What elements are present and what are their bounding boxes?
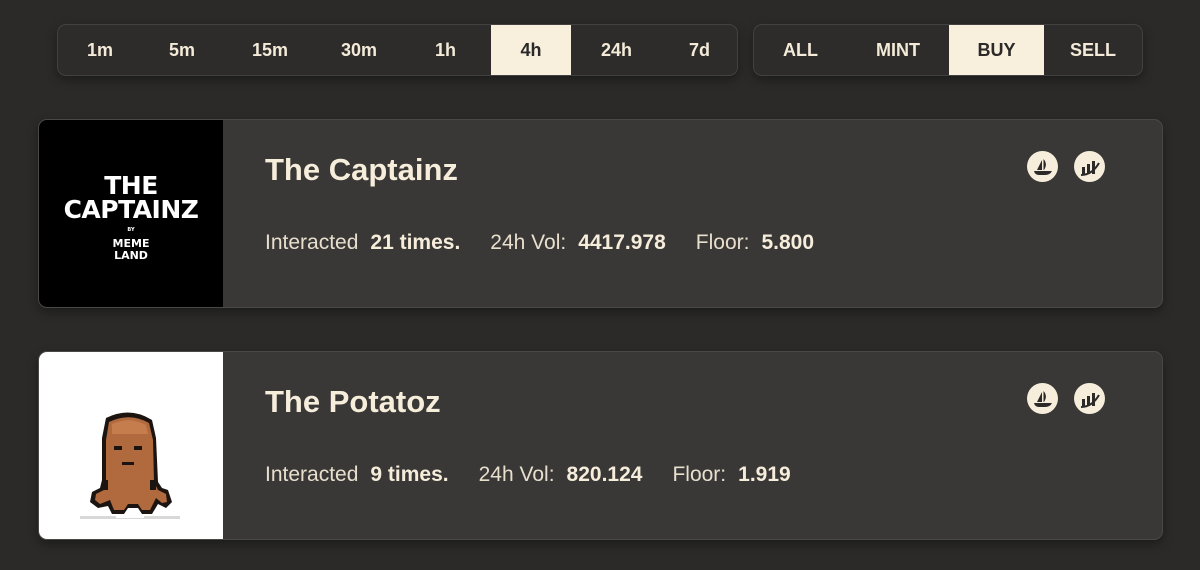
- collection-name[interactable]: The Captainz: [265, 152, 458, 188]
- type-filter-group: ALL MINT BUY SELL: [753, 24, 1143, 76]
- time-filter-1m[interactable]: 1m: [58, 25, 142, 75]
- collection-card-captainz[interactable]: THE CAPTAINZ BY MEME LAND The Captainz I…: [38, 119, 1163, 308]
- type-filter-buy[interactable]: BUY: [949, 25, 1044, 75]
- collection-stats: Interacted 9 times. 24h Vol: 820.124 Flo…: [265, 463, 821, 487]
- volume-label: 24h Vol:: [490, 231, 567, 254]
- type-filter-all[interactable]: ALL: [754, 25, 847, 75]
- type-filter-mint[interactable]: MINT: [847, 25, 949, 75]
- logo-text: MEME: [112, 237, 150, 250]
- volume-value: 4417.978: [578, 231, 666, 254]
- chart-icon[interactable]: [1074, 383, 1105, 414]
- time-filter-30m[interactable]: 30m: [318, 25, 400, 75]
- potato-character-image: [80, 412, 180, 519]
- time-filter-1h[interactable]: 1h: [400, 25, 491, 75]
- opensea-icon[interactable]: [1027, 383, 1058, 414]
- volume-label: 24h Vol:: [478, 463, 555, 486]
- floor-label: Floor:: [672, 463, 727, 486]
- time-filter-4h[interactable]: 4h: [491, 25, 571, 75]
- collection-thumbnail: THE CAPTAINZ BY MEME LAND: [39, 120, 223, 307]
- time-filter-15m[interactable]: 15m: [222, 25, 318, 75]
- interacted-value: 21 times.: [370, 231, 461, 254]
- chart-icon[interactable]: [1074, 151, 1105, 182]
- collection-stats: Interacted 21 times. 24h Vol: 4417.978 F…: [265, 231, 844, 255]
- time-filter-24h[interactable]: 24h: [571, 25, 662, 75]
- time-filter-5m[interactable]: 5m: [142, 25, 222, 75]
- collection-card-potatoz[interactable]: The Potatoz Interacted 9 times. 24h Vol:…: [38, 351, 1163, 540]
- collection-thumbnail: [39, 352, 223, 539]
- time-filter-group: 1m 5m 15m 30m 1h 4h 24h 7d: [57, 24, 738, 76]
- time-filter-7d[interactable]: 7d: [662, 25, 737, 75]
- floor-value: 5.800: [761, 231, 815, 254]
- logo-text: LAND: [114, 249, 148, 262]
- interacted-label: Interacted: [265, 231, 359, 254]
- logo-text: BY: [127, 227, 135, 233]
- volume-value: 820.124: [566, 463, 643, 486]
- type-filter-sell[interactable]: SELL: [1044, 25, 1142, 75]
- interacted-value: 9 times.: [370, 463, 449, 486]
- floor-label: Floor:: [695, 231, 750, 254]
- collection-name[interactable]: The Potatoz: [265, 384, 441, 420]
- opensea-icon[interactable]: [1027, 151, 1058, 182]
- floor-value: 1.919: [738, 463, 791, 486]
- logo-text: CAPTAINZ: [63, 195, 199, 224]
- interacted-label: Interacted: [265, 463, 359, 486]
